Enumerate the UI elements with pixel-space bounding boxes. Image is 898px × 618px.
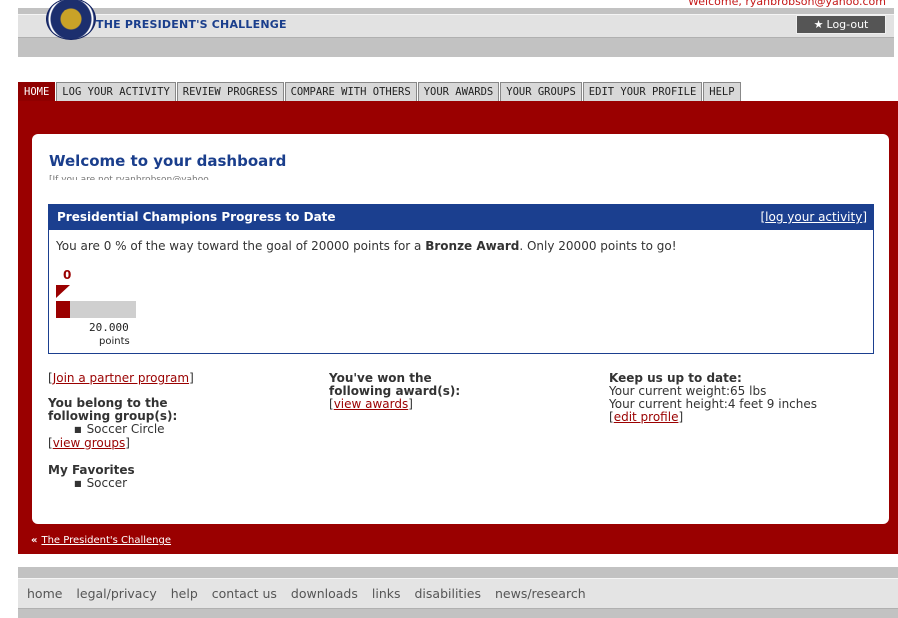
- site-title[interactable]: THE PRESIDENT'S CHALLENGE: [96, 18, 287, 31]
- view-awards-row: [view awards]: [329, 397, 413, 411]
- view-groups-link[interactable]: view groups: [53, 436, 126, 450]
- awards-column: You've won the following award(s): [view…: [329, 372, 460, 411]
- page-title: Welcome to your dashboard: [49, 152, 287, 170]
- progress-flag-icon: [56, 285, 70, 298]
- list-item: Soccer: [48, 477, 194, 491]
- tab-compare-with-others[interactable]: COMPARE WITH OTHERS: [284, 82, 417, 101]
- footer-link-help[interactable]: help: [171, 586, 198, 601]
- footer-link-home[interactable]: home: [27, 586, 62, 601]
- footer-link-contact-us[interactable]: contact us: [212, 586, 277, 601]
- progress-title: Presidential Champions Progress to Date: [57, 210, 336, 224]
- edit-profile-row: [edit profile]: [609, 410, 684, 424]
- log-activity-link-wrap: [log your activity]: [760, 210, 867, 224]
- welcome-user-text: Welcome, ryanbrobson@yahoo.com: [688, 0, 886, 8]
- edit-profile-link[interactable]: edit profile: [614, 410, 679, 424]
- tab-your-groups[interactable]: YOUR GROUPS: [500, 82, 582, 101]
- current-points: 0: [63, 268, 72, 282]
- log-activity-link[interactable]: log your activity: [765, 210, 862, 224]
- groups-column: [Join a partner program] You belong to t…: [48, 372, 194, 491]
- progress-message-pre: You are 0 % of the way toward the goal o…: [56, 239, 426, 253]
- progress-box: Presidential Champions Progress to Date …: [48, 204, 874, 354]
- footer-link-legal-privacy[interactable]: legal/privacy: [76, 586, 156, 601]
- page-subtitle: [If you are not ryanbrobson@yahoo: [49, 175, 209, 180]
- star-icon: ★: [813, 18, 824, 31]
- back-link[interactable]: «The President's Challenge: [31, 535, 171, 546]
- footer-link-disabilities[interactable]: disabilities: [414, 586, 481, 601]
- progress-message: You are 0 % of the way toward the goal o…: [56, 239, 677, 253]
- view-awards-link[interactable]: view awards: [334, 397, 409, 411]
- footer-link-downloads[interactable]: downloads: [291, 586, 358, 601]
- tab-review-progress[interactable]: REVIEW PROGRESS: [176, 82, 284, 101]
- view-groups-row: [view groups]: [48, 436, 130, 450]
- progress-header: Presidential Champions Progress to Date …: [49, 205, 873, 230]
- tab-home[interactable]: HOME: [18, 82, 56, 101]
- footer-links: home legal/privacy help contact us downl…: [27, 586, 596, 601]
- progress-award-name: Bronze Award: [425, 239, 520, 253]
- progress-message-post: . Only 20000 points to go!: [519, 239, 677, 253]
- join-partner-link[interactable]: Join a partner program: [53, 371, 189, 385]
- tab-log-your-activity[interactable]: LOG YOUR ACTIVITY: [56, 82, 176, 101]
- footer-link-links[interactable]: links: [372, 586, 401, 601]
- tab-help[interactable]: HELP: [703, 82, 741, 101]
- logout-button[interactable]: ★ Log-out: [796, 15, 886, 34]
- tab-your-awards[interactable]: YOUR AWARDS: [417, 82, 500, 101]
- back-link-label: The President's Challenge: [41, 535, 172, 546]
- partner-program-row: [Join a partner program]: [48, 371, 194, 385]
- logout-label: Log-out: [826, 18, 869, 31]
- list-item: Soccer Circle: [48, 423, 194, 437]
- main-nav-tabs: HOME LOG YOUR ACTIVITY REVIEW PROGRESS C…: [18, 82, 742, 101]
- footer-link-news-research[interactable]: news/research: [495, 586, 586, 601]
- tab-edit-your-profile[interactable]: EDIT YOUR PROFILE: [582, 82, 703, 101]
- progress-fill: [56, 301, 70, 318]
- double-chevron-left-icon: «: [31, 535, 38, 546]
- goal-points: 20.000: [89, 321, 129, 334]
- goal-unit: points: [99, 336, 130, 347]
- eagle-icon: [64, 10, 76, 22]
- profile-column: Keep us up to date: Your current weight:…: [609, 372, 817, 424]
